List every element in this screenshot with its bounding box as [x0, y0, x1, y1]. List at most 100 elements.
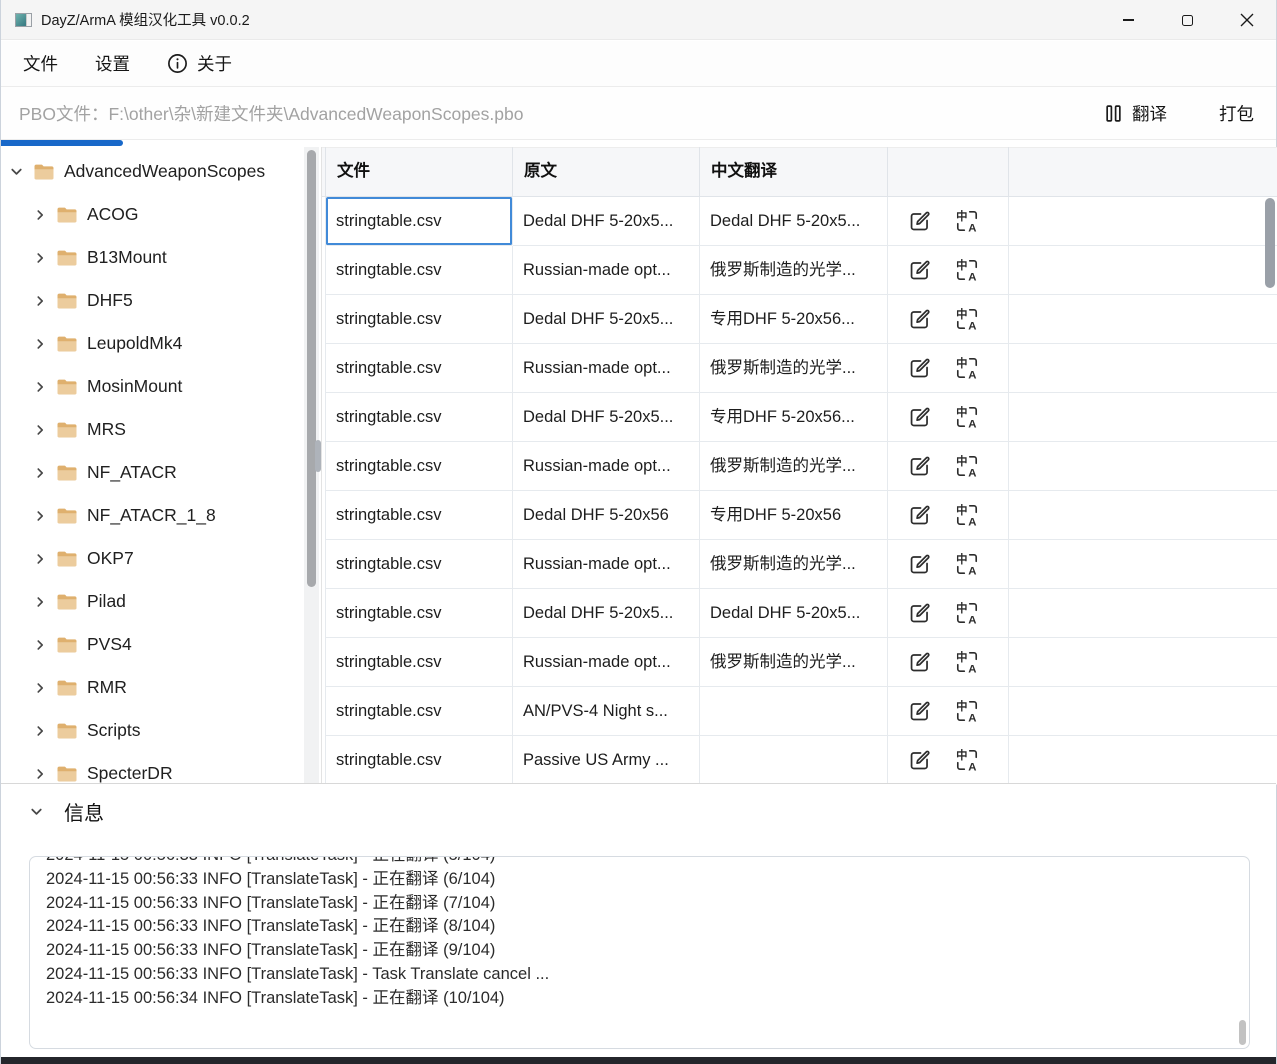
chevron-right-icon[interactable] — [32, 723, 47, 738]
cell-file[interactable]: stringtable.csv — [326, 393, 513, 442]
chevron-right-icon[interactable] — [32, 637, 47, 652]
translate-icon[interactable]: 中 A — [953, 208, 980, 235]
chevron-right-icon[interactable] — [32, 379, 47, 394]
chevron-right-icon[interactable] — [32, 293, 47, 308]
tree-item[interactable]: RMR — [1, 666, 321, 709]
chevron-right-icon[interactable] — [32, 422, 47, 437]
cell-translation[interactable]: Dedal DHF 5-20x5... — [700, 197, 888, 246]
table-row[interactable]: stringtable.csv Passive US Army ... 中 A — [325, 736, 1277, 785]
table-row[interactable]: stringtable.csv Dedal DHF 5-20x5... Deda… — [325, 197, 1277, 246]
cell-source[interactable]: Dedal DHF 5-20x56 — [513, 491, 700, 540]
translate-icon[interactable]: 中 A — [953, 649, 980, 676]
cell-file[interactable]: stringtable.csv — [326, 491, 513, 540]
tree-root-item[interactable]: AdvancedWeaponScopes — [1, 150, 321, 193]
translate-icon[interactable]: 中 A — [953, 404, 980, 431]
chevron-right-icon[interactable] — [32, 551, 47, 566]
chevron-right-icon[interactable] — [32, 508, 47, 523]
close-button[interactable] — [1217, 0, 1276, 40]
edit-icon[interactable] — [906, 404, 933, 431]
cell-source[interactable]: Dedal DHF 5-20x5... — [513, 393, 700, 442]
maximize-button[interactable] — [1158, 0, 1217, 40]
menu-about[interactable]: 关于 — [167, 51, 232, 76]
chevron-right-icon[interactable] — [32, 207, 47, 222]
chevron-right-icon[interactable] — [32, 250, 47, 265]
table-row[interactable]: stringtable.csv Russian-made opt... 俄罗斯制… — [325, 540, 1277, 589]
chevron-right-icon[interactable] — [32, 336, 47, 351]
cell-source[interactable]: Passive US Army ... — [513, 736, 700, 785]
edit-icon[interactable] — [906, 747, 933, 774]
cell-translation[interactable]: 专用DHF 5-20x56 — [700, 491, 888, 540]
table-row[interactable]: stringtable.csv Russian-made opt... 俄罗斯制… — [325, 344, 1277, 393]
edit-icon[interactable] — [906, 453, 933, 480]
translate-icon[interactable]: 中 A — [953, 502, 980, 529]
cell-translation[interactable]: 俄罗斯制造的光学... — [700, 540, 888, 589]
chevron-right-icon[interactable] — [32, 594, 47, 609]
edit-icon[interactable] — [906, 355, 933, 382]
chevron-right-icon[interactable] — [32, 766, 47, 781]
cell-translation[interactable]: Dedal DHF 5-20x5... — [700, 589, 888, 638]
tree-item[interactable]: Pilad — [1, 580, 321, 623]
translate-icon[interactable]: 中 A — [953, 698, 980, 725]
translate-icon[interactable]: 中 A — [953, 747, 980, 774]
tree-item[interactable]: DHF5 — [1, 279, 321, 322]
package-button[interactable]: 打包 — [1219, 101, 1254, 126]
edit-icon[interactable] — [906, 208, 933, 235]
chevron-down-icon[interactable] — [29, 804, 44, 819]
table-row[interactable]: stringtable.csv Russian-made opt... 俄罗斯制… — [325, 246, 1277, 295]
tree-scrollbar-thumb[interactable] — [307, 150, 316, 587]
table-row[interactable]: stringtable.csv Dedal DHF 5-20x5... Deda… — [325, 589, 1277, 638]
column-header-translation[interactable]: 中文翻译 — [700, 147, 888, 197]
cell-source[interactable]: AN/PVS-4 Night s... — [513, 687, 700, 736]
log-scrollbar-thumb[interactable] — [1239, 1020, 1246, 1045]
cell-source[interactable]: Russian-made opt... — [513, 638, 700, 687]
tree-item[interactable]: MosinMount — [1, 365, 321, 408]
cell-file[interactable]: stringtable.csv — [326, 540, 513, 589]
cell-file[interactable]: stringtable.csv — [326, 197, 513, 246]
cell-file[interactable]: stringtable.csv — [326, 295, 513, 344]
edit-icon[interactable] — [906, 257, 933, 284]
cell-source[interactable]: Russian-made opt... — [513, 442, 700, 491]
log-box[interactable]: 2024-11-15 00:56:33 INFO [TranslateTask]… — [29, 856, 1250, 1049]
cell-translation[interactable] — [700, 687, 888, 736]
tree-item[interactable]: LeupoldMk4 — [1, 322, 321, 365]
tree-item[interactable]: NF_ATACR — [1, 451, 321, 494]
cell-file[interactable]: stringtable.csv — [326, 687, 513, 736]
cell-source[interactable]: Russian-made opt... — [513, 344, 700, 393]
cell-source[interactable]: Dedal DHF 5-20x5... — [513, 295, 700, 344]
cell-source[interactable]: Dedal DHF 5-20x5... — [513, 197, 700, 246]
splitter-handle[interactable] — [315, 440, 321, 472]
cell-translation[interactable]: 专用DHF 5-20x56... — [700, 295, 888, 344]
tree-item[interactable]: Scripts — [1, 709, 321, 752]
cell-file[interactable]: stringtable.csv — [326, 246, 513, 295]
cell-source[interactable]: Russian-made opt... — [513, 540, 700, 589]
cell-source[interactable]: Dedal DHF 5-20x5... — [513, 589, 700, 638]
edit-icon[interactable] — [906, 649, 933, 676]
table-row[interactable]: stringtable.csv Dedal DHF 5-20x5... 专用DH… — [325, 393, 1277, 442]
cell-translation[interactable]: 专用DHF 5-20x56... — [700, 393, 888, 442]
cell-translation[interactable] — [700, 736, 888, 785]
edit-icon[interactable] — [906, 600, 933, 627]
edit-icon[interactable] — [906, 502, 933, 529]
cell-translation[interactable]: 俄罗斯制造的光学... — [700, 246, 888, 295]
translate-icon[interactable]: 中 A — [953, 551, 980, 578]
cell-file[interactable]: stringtable.csv — [326, 736, 513, 785]
table-row[interactable]: stringtable.csv Dedal DHF 5-20x56 专用DHF … — [325, 491, 1277, 540]
chevron-right-icon[interactable] — [32, 680, 47, 695]
translate-icon[interactable]: 中 A — [953, 453, 980, 480]
tree-item[interactable]: PVS4 — [1, 623, 321, 666]
info-panel-header[interactable]: 信息 — [1, 784, 1276, 826]
column-header-source[interactable]: 原文 — [513, 147, 700, 197]
cell-translation[interactable]: 俄罗斯制造的光学... — [700, 344, 888, 393]
cell-translation[interactable]: 俄罗斯制造的光学... — [700, 638, 888, 687]
menu-settings[interactable]: 设置 — [95, 51, 130, 76]
table-row[interactable]: stringtable.csv Dedal DHF 5-20x5... 专用DH… — [325, 295, 1277, 344]
edit-icon[interactable] — [906, 306, 933, 333]
tree-item[interactable]: ACOG — [1, 193, 321, 236]
pbo-path-text[interactable]: PBO文件：F:\other\杂\新建文件夹\AdvancedWeaponSco… — [19, 101, 523, 126]
chevron-down-icon[interactable] — [9, 164, 24, 179]
column-header-file[interactable]: 文件 — [326, 147, 513, 197]
table-row[interactable]: stringtable.csv Russian-made opt... 俄罗斯制… — [325, 442, 1277, 491]
chevron-right-icon[interactable] — [32, 465, 47, 480]
translate-icon[interactable]: 中 A — [953, 257, 980, 284]
cell-file[interactable]: stringtable.csv — [326, 442, 513, 491]
